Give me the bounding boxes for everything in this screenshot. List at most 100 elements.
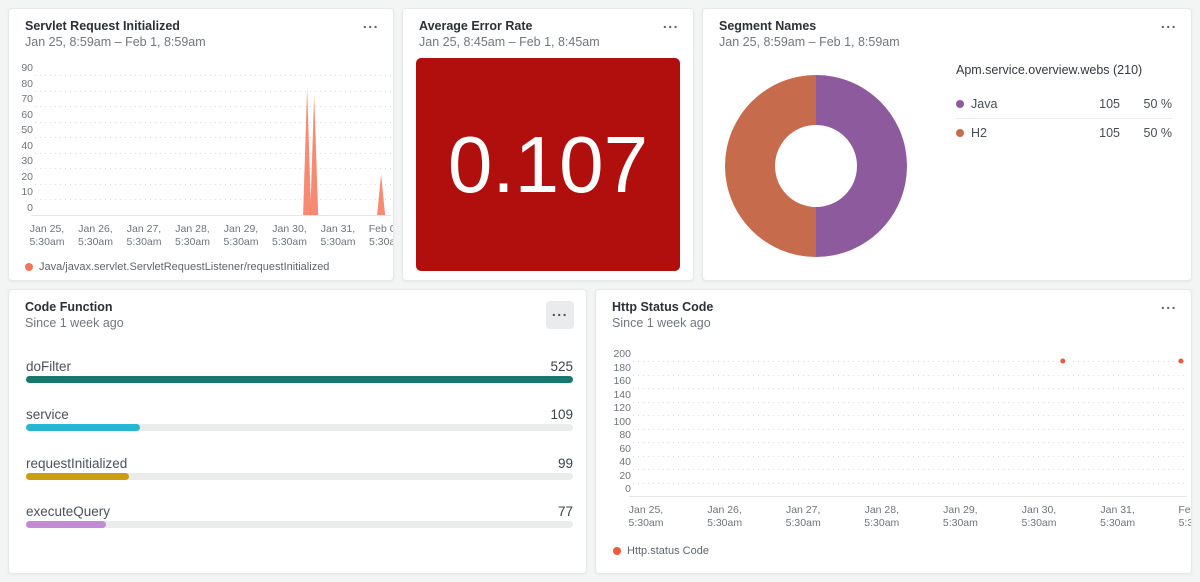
- y-axis-tick-label: 140: [600, 389, 631, 401]
- bar-row-service[interactable]: service 109: [26, 406, 573, 431]
- bar-fill: [26, 521, 106, 528]
- panel-title: Servlet Request Initialized: [25, 19, 180, 33]
- error-rate-billboard[interactable]: 0.107: [416, 58, 680, 271]
- x-axis-tick-label: Jan 28,5:30am: [175, 223, 210, 249]
- y-axis-tick-label: 160: [600, 375, 631, 387]
- panel-menu-icon[interactable]: ...: [1161, 296, 1177, 312]
- x-axis-tick-label: Feb 01,5:30am: [1178, 504, 1192, 530]
- x-axis-line: [629, 496, 1187, 497]
- segment-dot-icon: [956, 129, 964, 137]
- bar-fill: [26, 424, 140, 431]
- segment-label: H2: [971, 126, 987, 140]
- y-axis-tick-label: 50: [9, 124, 33, 136]
- bar-value: 99: [558, 455, 573, 473]
- bar-label: requestInitialized: [26, 455, 127, 473]
- y-axis-tick-label: 0: [600, 483, 631, 495]
- bar-label: doFilter: [26, 358, 71, 376]
- y-axis-tick-label: 80: [600, 429, 631, 441]
- x-axis-tick-label: Jan 27,5:30am: [786, 504, 821, 530]
- donut-hole: [775, 125, 857, 207]
- x-axis-tick-label: Jan 25,5:30am: [628, 504, 663, 530]
- legend-label: Http.status Code: [627, 545, 709, 557]
- panel-code-function: Code Function Since 1 week ago ... doFil…: [8, 289, 587, 574]
- bar-row-executequery[interactable]: executeQuery 77: [26, 503, 573, 528]
- panel-menu-icon[interactable]: ...: [663, 15, 679, 31]
- segment-table-header: Apm.service.overview.webs (210): [956, 63, 1172, 77]
- bar-label: executeQuery: [26, 503, 110, 521]
- x-axis-tick-label: Jan 30,5:30am: [272, 223, 307, 249]
- panel-title: Http Status Code: [612, 300, 713, 314]
- x-axis-tick-label: Jan 26,5:30am: [707, 504, 742, 530]
- donut-chart[interactable]: [725, 75, 907, 257]
- bar-track: [26, 376, 573, 383]
- scatter-chart[interactable]: [635, 346, 1187, 496]
- panel-servlet-request-initialized: Servlet Request Initialized Jan 25, 8:59…: [8, 8, 394, 281]
- segment-dot-icon: [956, 100, 964, 108]
- legend-dot-icon: [25, 263, 33, 271]
- y-axis-tick-label: 90: [9, 62, 33, 74]
- segment-percent: 50 %: [1120, 126, 1172, 140]
- x-axis-line: [31, 215, 391, 216]
- y-axis-tick-label: 0: [9, 202, 33, 214]
- area-chart[interactable]: [37, 59, 391, 215]
- y-axis-tick-label: 70: [9, 93, 33, 105]
- panel-time-range: Jan 25, 8:59am – Feb 1, 8:59am: [25, 35, 206, 49]
- y-axis-tick-label: 30: [9, 155, 33, 167]
- segment-value: 105: [1074, 97, 1120, 111]
- x-axis-tick-label: Jan 30,5:30am: [1021, 504, 1056, 530]
- x-axis-tick-label: Jan 31,5:30am: [320, 223, 355, 249]
- segment-row-java[interactable]: Java 105 50 %: [956, 90, 1172, 118]
- x-axis-tick-label: Jan 25,5:30am: [29, 223, 64, 249]
- segment-label: Java: [971, 97, 997, 111]
- panel-time-range: Jan 25, 8:59am – Feb 1, 8:59am: [719, 35, 900, 49]
- scatter-data-point: [1060, 359, 1065, 364]
- y-axis-tick-label: 80: [9, 78, 33, 90]
- bar-label: service: [26, 406, 69, 424]
- panel-time-range: Jan 25, 8:45am – Feb 1, 8:45am: [419, 35, 600, 49]
- panel-menu-icon: ...: [552, 303, 568, 319]
- bar-fill: [26, 376, 573, 383]
- panel-title: Code Function: [25, 300, 113, 314]
- bar-track: [26, 521, 573, 528]
- y-axis-tick-label: 100: [600, 416, 631, 428]
- panel-title: Segment Names: [719, 19, 816, 33]
- y-axis-tick-label: 10: [9, 186, 33, 198]
- y-axis-tick-label: 180: [600, 362, 631, 374]
- bar-fill: [26, 473, 129, 480]
- series-legend[interactable]: Http.status Code: [613, 545, 709, 557]
- y-axis-tick-label: 40: [9, 140, 33, 152]
- segment-row-h2[interactable]: H2 105 50 %: [956, 118, 1172, 147]
- x-axis-tick-label: Jan 31,5:30am: [1100, 504, 1135, 530]
- bar-value: 525: [550, 358, 573, 376]
- y-axis-tick-label: 40: [600, 456, 631, 468]
- x-axis-tick-label: Jan 27,5:30am: [126, 223, 161, 249]
- y-axis-tick-label: 200: [600, 348, 631, 360]
- spike-data-point: [303, 87, 311, 215]
- segment-value: 105: [1074, 126, 1120, 140]
- panel-menu-icon[interactable]: ...: [363, 15, 379, 31]
- panel-time-range: Since 1 week ago: [25, 316, 124, 330]
- segment-legend-table: Apm.service.overview.webs (210) Java 105…: [956, 63, 1172, 147]
- y-axis-tick-label: 60: [9, 109, 33, 121]
- y-axis-tick-label: 20: [9, 171, 33, 183]
- error-rate-value: 0.107: [448, 125, 648, 205]
- y-axis-tick-label: 120: [600, 402, 631, 414]
- series-legend[interactable]: Java/javax.servlet.ServletRequestListene…: [25, 261, 329, 273]
- bar-track: [26, 424, 573, 431]
- x-axis-tick-label: Feb 01,5:30am: [369, 223, 394, 249]
- bar-track: [26, 473, 573, 480]
- panel-segment-names: Segment Names Jan 25, 8:59am – Feb 1, 8:…: [702, 8, 1192, 281]
- segment-name: H2: [956, 126, 1074, 140]
- x-axis-tick-label: Jan 28,5:30am: [864, 504, 899, 530]
- panel-time-range: Since 1 week ago: [612, 316, 711, 330]
- spike-data-point: [310, 95, 318, 215]
- bar-row-dofilter[interactable]: doFilter 525: [26, 358, 573, 383]
- bar-value: 109: [550, 406, 573, 424]
- segment-percent: 50 %: [1120, 97, 1172, 111]
- panel-menu-icon[interactable]: ...: [1161, 15, 1177, 31]
- bar-row-requestinitialized[interactable]: requestInitialized 99: [26, 455, 573, 480]
- panel-title: Average Error Rate: [419, 19, 532, 33]
- panel-menu-button[interactable]: ...: [546, 301, 574, 329]
- x-axis-tick-label: Jan 29,5:30am: [223, 223, 258, 249]
- spike-data-point: [377, 175, 385, 215]
